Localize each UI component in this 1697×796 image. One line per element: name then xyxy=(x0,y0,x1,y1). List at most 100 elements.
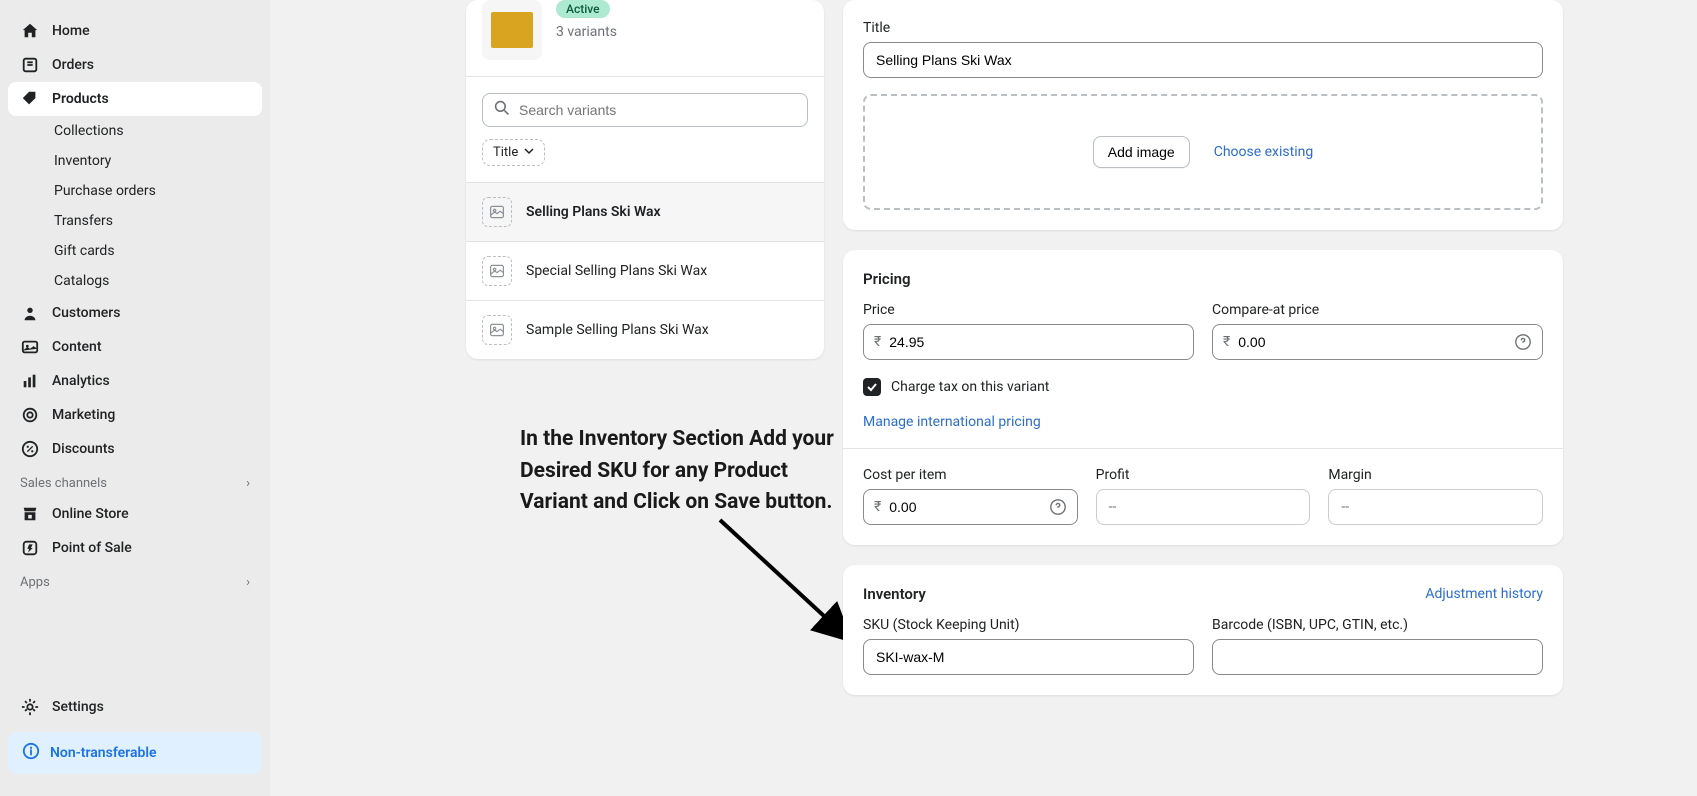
nav-discounts[interactable]: Discounts xyxy=(8,432,262,466)
nav-label: Collections xyxy=(54,123,124,139)
image-dropzone[interactable]: Add image Choose existing xyxy=(863,94,1543,210)
variant-panel: Active 3 variants Title Selling Plans Sk… xyxy=(466,0,824,359)
variant-row[interactable]: Selling Plans Ski Wax xyxy=(466,182,824,241)
status-badge: Active xyxy=(556,0,610,18)
nav-gift-cards[interactable]: Gift cards xyxy=(8,236,262,266)
search-icon xyxy=(494,100,510,120)
help-icon[interactable] xyxy=(1049,498,1067,516)
sku-label: SKU (Stock Keeping Unit) xyxy=(863,617,1194,633)
compare-price-label: Compare-at price xyxy=(1212,302,1543,318)
nav-customers[interactable]: Customers xyxy=(8,296,262,330)
nav-label: Inventory xyxy=(54,153,111,169)
non-transferable-badge: Non-transferable xyxy=(8,732,262,774)
inventory-title: Inventory xyxy=(863,585,926,603)
nav-catalogs[interactable]: Catalogs xyxy=(8,266,262,296)
analytics-icon xyxy=(20,371,40,391)
nav-orders[interactable]: Orders xyxy=(8,48,262,82)
variant-row[interactable]: Sample Selling Plans Ski Wax xyxy=(466,300,824,359)
chip-label: Title xyxy=(493,145,518,160)
nav-analytics[interactable]: Analytics xyxy=(8,364,262,398)
currency-symbol: ₹ xyxy=(874,334,881,350)
nav-content[interactable]: Content xyxy=(8,330,262,364)
margin-value: -- xyxy=(1328,489,1543,525)
marketing-icon xyxy=(20,405,40,425)
variant-name: Sample Selling Plans Ski Wax xyxy=(526,322,709,338)
nav-home[interactable]: Home xyxy=(8,14,262,48)
nav-label: Products xyxy=(52,91,109,107)
nav-online-store[interactable]: Online Store xyxy=(8,497,262,531)
margin-label: Margin xyxy=(1328,467,1543,483)
currency-symbol: ₹ xyxy=(1223,334,1230,350)
image-icon xyxy=(482,256,512,286)
search-variants-input[interactable] xyxy=(482,93,808,127)
section-label: Apps xyxy=(20,575,50,590)
profit-label: Profit xyxy=(1096,467,1311,483)
nav-label: Discounts xyxy=(52,441,115,457)
products-icon xyxy=(20,89,40,109)
image-icon xyxy=(482,315,512,345)
nav-label: Orders xyxy=(52,57,94,73)
annotation-text: In the Inventory Section Add your Desire… xyxy=(520,424,840,519)
nav-collections[interactable]: Collections xyxy=(8,116,262,146)
badge-label: Non-transferable xyxy=(50,745,157,761)
pricing-title: Pricing xyxy=(863,270,1543,288)
charge-tax-checkbox[interactable] xyxy=(863,378,881,396)
filter-title-chip[interactable]: Title xyxy=(482,139,545,166)
nav-products[interactable]: Products xyxy=(8,82,262,116)
profit-value: -- xyxy=(1096,489,1311,525)
info-icon xyxy=(22,742,40,764)
nav-label: Settings xyxy=(52,699,104,715)
title-label: Title xyxy=(863,20,1543,36)
store-icon xyxy=(20,504,40,524)
variant-name: Special Selling Plans Ski Wax xyxy=(526,263,707,279)
nav-purchase-orders[interactable]: Purchase orders xyxy=(8,176,262,206)
nav-label: Home xyxy=(52,23,90,39)
gear-icon xyxy=(20,697,40,717)
help-icon[interactable] xyxy=(1514,333,1532,351)
apps-header[interactable]: Apps › xyxy=(8,565,262,596)
home-icon xyxy=(20,21,40,41)
nav-label: Online Store xyxy=(52,506,129,522)
chevron-right-icon: › xyxy=(246,476,250,491)
nav-label: Purchase orders xyxy=(54,183,156,199)
variant-count: 3 variants xyxy=(556,24,617,40)
nav-point-of-sale[interactable]: Point of Sale xyxy=(8,531,262,565)
currency-symbol: ₹ xyxy=(874,499,881,515)
price-label: Price xyxy=(863,302,1194,318)
nav-label: Content xyxy=(52,339,102,355)
nav-label: Gift cards xyxy=(54,243,115,259)
section-label: Sales channels xyxy=(20,476,107,491)
nav-label: Catalogs xyxy=(54,273,109,289)
manage-intl-pricing-link[interactable]: Manage international pricing xyxy=(863,414,1041,430)
nav-marketing[interactable]: Marketing xyxy=(8,398,262,432)
pos-icon xyxy=(20,538,40,558)
nav-label: Marketing xyxy=(52,407,115,423)
nav-label: Analytics xyxy=(52,373,110,389)
barcode-label: Barcode (ISBN, UPC, GTIN, etc.) xyxy=(1212,617,1543,633)
sales-channels-header[interactable]: Sales channels › xyxy=(8,466,262,497)
variant-name: Selling Plans Ski Wax xyxy=(526,204,661,220)
choose-existing-link[interactable]: Choose existing xyxy=(1214,144,1314,160)
price-input[interactable] xyxy=(887,325,1183,359)
compare-price-input[interactable] xyxy=(1236,325,1514,359)
content-icon xyxy=(20,337,40,357)
barcode-input[interactable] xyxy=(1212,639,1543,675)
sku-input[interactable] xyxy=(863,639,1194,675)
discounts-icon xyxy=(20,439,40,459)
title-input[interactable] xyxy=(863,42,1543,78)
nav-transfers[interactable]: Transfers xyxy=(8,206,262,236)
cost-input[interactable] xyxy=(887,490,1048,524)
nav-label: Point of Sale xyxy=(52,540,132,556)
nav-inventory[interactable]: Inventory xyxy=(8,146,262,176)
product-thumbnail xyxy=(482,0,542,60)
charge-tax-label: Charge tax on this variant xyxy=(891,379,1049,395)
variant-row[interactable]: Special Selling Plans Ski Wax xyxy=(466,241,824,300)
nav-label: Customers xyxy=(52,305,120,321)
variant-form: Title Add image Choose existing Pricing … xyxy=(843,0,1563,695)
adjustment-history-link[interactable]: Adjustment history xyxy=(1425,586,1543,602)
nav-label: Transfers xyxy=(54,213,113,229)
nav-settings[interactable]: Settings xyxy=(8,690,262,724)
add-image-button[interactable]: Add image xyxy=(1093,136,1190,168)
chevron-down-icon xyxy=(524,145,534,160)
image-icon xyxy=(482,197,512,227)
